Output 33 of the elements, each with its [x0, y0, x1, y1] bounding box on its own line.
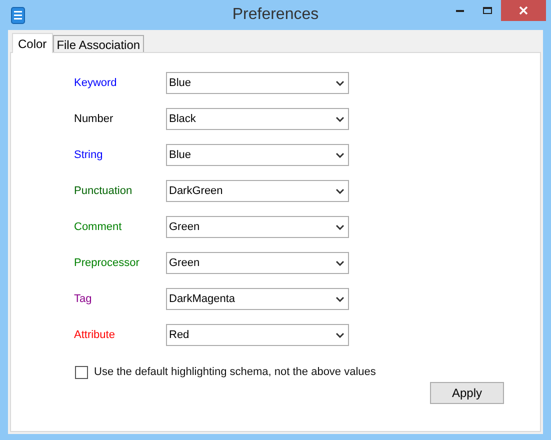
checkbox[interactable]: [75, 366, 88, 379]
setting-label: Punctuation: [74, 184, 134, 199]
setting-label: Tag: [74, 292, 93, 307]
color-dropdown[interactable]: Blue: [166, 72, 349, 94]
close-icon: [519, 6, 528, 15]
chevron-down-icon: [336, 152, 344, 158]
color-dropdown[interactable]: Green: [166, 252, 349, 274]
color-dropdown[interactable]: Red: [166, 324, 349, 346]
color-dropdown[interactable]: Black: [166, 108, 349, 130]
chevron-down-icon: [336, 80, 344, 86]
setting-label: Comment: [74, 220, 123, 235]
setting-label: Keyword: [74, 76, 118, 91]
tab[interactable]: Color: [12, 33, 53, 53]
app-icon: [11, 6, 25, 24]
color-dropdown[interactable]: DarkMagenta: [166, 288, 349, 310]
setting-label: Attribute: [74, 328, 116, 343]
color-dropdown[interactable]: DarkGreen: [166, 180, 349, 202]
color-dropdown[interactable]: Green: [166, 216, 349, 238]
color-dropdown[interactable]: Blue: [166, 144, 349, 166]
chevron-down-icon: [336, 224, 344, 230]
setting-label: Number: [74, 112, 114, 127]
chevron-down-icon: [336, 116, 344, 122]
chevron-down-icon: [336, 332, 344, 338]
setting-label: Preprocessor: [74, 256, 140, 271]
window-title: Preferences: [231, 5, 320, 25]
chevron-down-icon: [336, 260, 344, 266]
chevron-down-icon: [336, 296, 344, 302]
close-button[interactable]: [501, 0, 546, 21]
setting-label: String: [74, 148, 104, 163]
tab[interactable]: File Association: [52, 35, 144, 52]
apply-button[interactable]: Apply: [430, 382, 504, 404]
chevron-down-icon: [336, 188, 344, 194]
checkbox-label: Use the default highlighting schema, not the above values: [94, 365, 376, 380]
